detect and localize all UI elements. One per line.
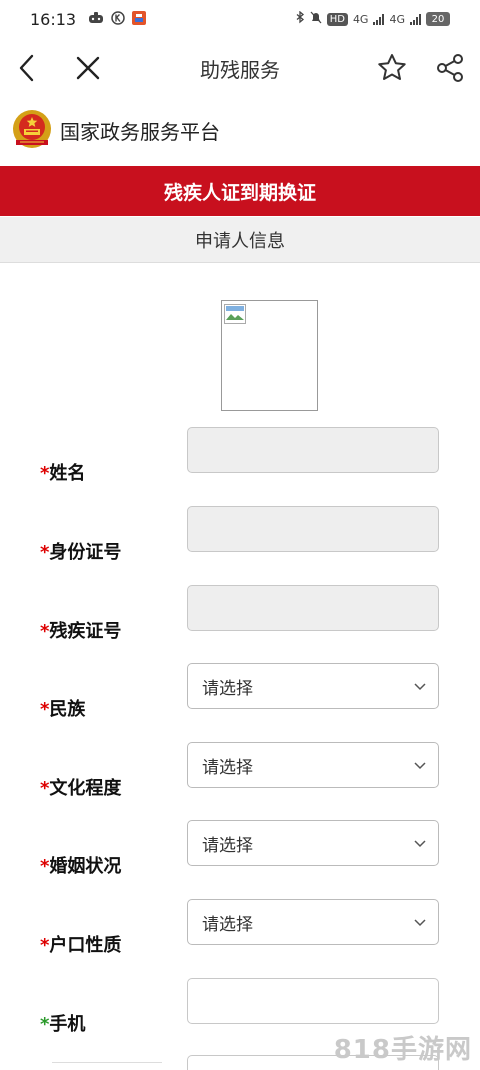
service-title-banner: 残疾人证到期换证 — [0, 166, 480, 216]
battery-icon: 20 — [426, 12, 450, 26]
mute-icon — [310, 11, 322, 27]
favorite-button[interactable] — [372, 48, 412, 88]
broken-image-icon — [224, 304, 246, 324]
signal-icon-2 — [410, 13, 421, 25]
marital-status-select[interactable]: 请选择 — [187, 820, 439, 866]
education-select[interactable]: 请选择 — [187, 742, 439, 788]
network-label-2: 4G — [389, 12, 405, 26]
select-value: 请选择 — [202, 835, 253, 856]
household-type-select[interactable]: 请选择 — [187, 899, 439, 945]
phone-input[interactable] — [187, 978, 439, 1024]
form-row-education: *文化程度 请选择 — [0, 742, 480, 799]
close-icon — [76, 56, 100, 80]
star-icon — [378, 54, 406, 80]
field-label: *婚姻状况 — [40, 856, 122, 877]
watermark: 818手游网 — [333, 1035, 472, 1065]
select-value: 请选择 — [202, 678, 253, 699]
back-button[interactable] — [8, 48, 48, 88]
ethnicity-select[interactable]: 请选择 — [187, 663, 439, 709]
app-icon — [132, 10, 147, 28]
field-label: *身份证号 — [40, 542, 122, 563]
form-row-household-type: *户口性质 请选择 — [0, 899, 480, 956]
share-button[interactable] — [430, 48, 470, 88]
form-row-phone: *手机 — [0, 978, 480, 1035]
brand-header: 国家政务服务平台 — [0, 98, 480, 162]
field-label: *残疾证号 — [40, 621, 122, 642]
network-label-1: 4G — [352, 12, 369, 26]
k-icon — [111, 10, 125, 28]
hd-badge: HD — [326, 12, 348, 26]
game-controller-icon — [88, 11, 104, 27]
chevron-down-icon — [414, 919, 426, 927]
status-right: HD 4G 4G 20 — [295, 10, 450, 27]
status-time: 16:13 — [30, 9, 77, 29]
field-label: *文化程度 — [40, 778, 122, 799]
form-row-id-number: *身份证号 — [0, 506, 480, 563]
field-label: *民族 — [40, 699, 86, 720]
select-value: 请选择 — [202, 914, 253, 935]
national-emblem-icon — [13, 110, 51, 148]
close-button[interactable] — [68, 48, 108, 88]
field-label: *户口性质 — [40, 935, 122, 956]
disability-number-input[interactable] — [187, 585, 439, 631]
share-icon — [437, 54, 463, 82]
select-value: 请选择 — [202, 757, 253, 778]
bluetooth-icon — [295, 10, 305, 27]
form-row-disability-number: *残疾证号 — [0, 585, 480, 642]
nav-bar: 助残服务 — [0, 38, 480, 98]
name-input[interactable] — [187, 427, 439, 473]
signal-icon — [373, 13, 385, 25]
field-label: *手机 — [40, 1014, 86, 1035]
status-bar: 16:13 HD 4G 4G 20 — [0, 0, 480, 38]
section-title: 申请人信息 — [0, 217, 480, 263]
form-row-name: *姓名 — [0, 427, 480, 484]
form-row-marital-status: *婚姻状况 请选择 — [0, 820, 480, 877]
chevron-down-icon — [414, 840, 426, 848]
form-row-ethnicity: *民族 请选择 — [0, 663, 480, 720]
applicant-photo[interactable] — [221, 300, 318, 411]
id-number-input[interactable] — [187, 506, 439, 552]
chevron-down-icon — [414, 762, 426, 770]
next-row-divider — [52, 1062, 162, 1070]
field-label: *姓名 — [40, 463, 86, 484]
chevron-left-icon — [19, 54, 34, 82]
brand-name: 国家政务服务平台 — [60, 119, 220, 144]
chevron-down-icon — [414, 683, 426, 691]
